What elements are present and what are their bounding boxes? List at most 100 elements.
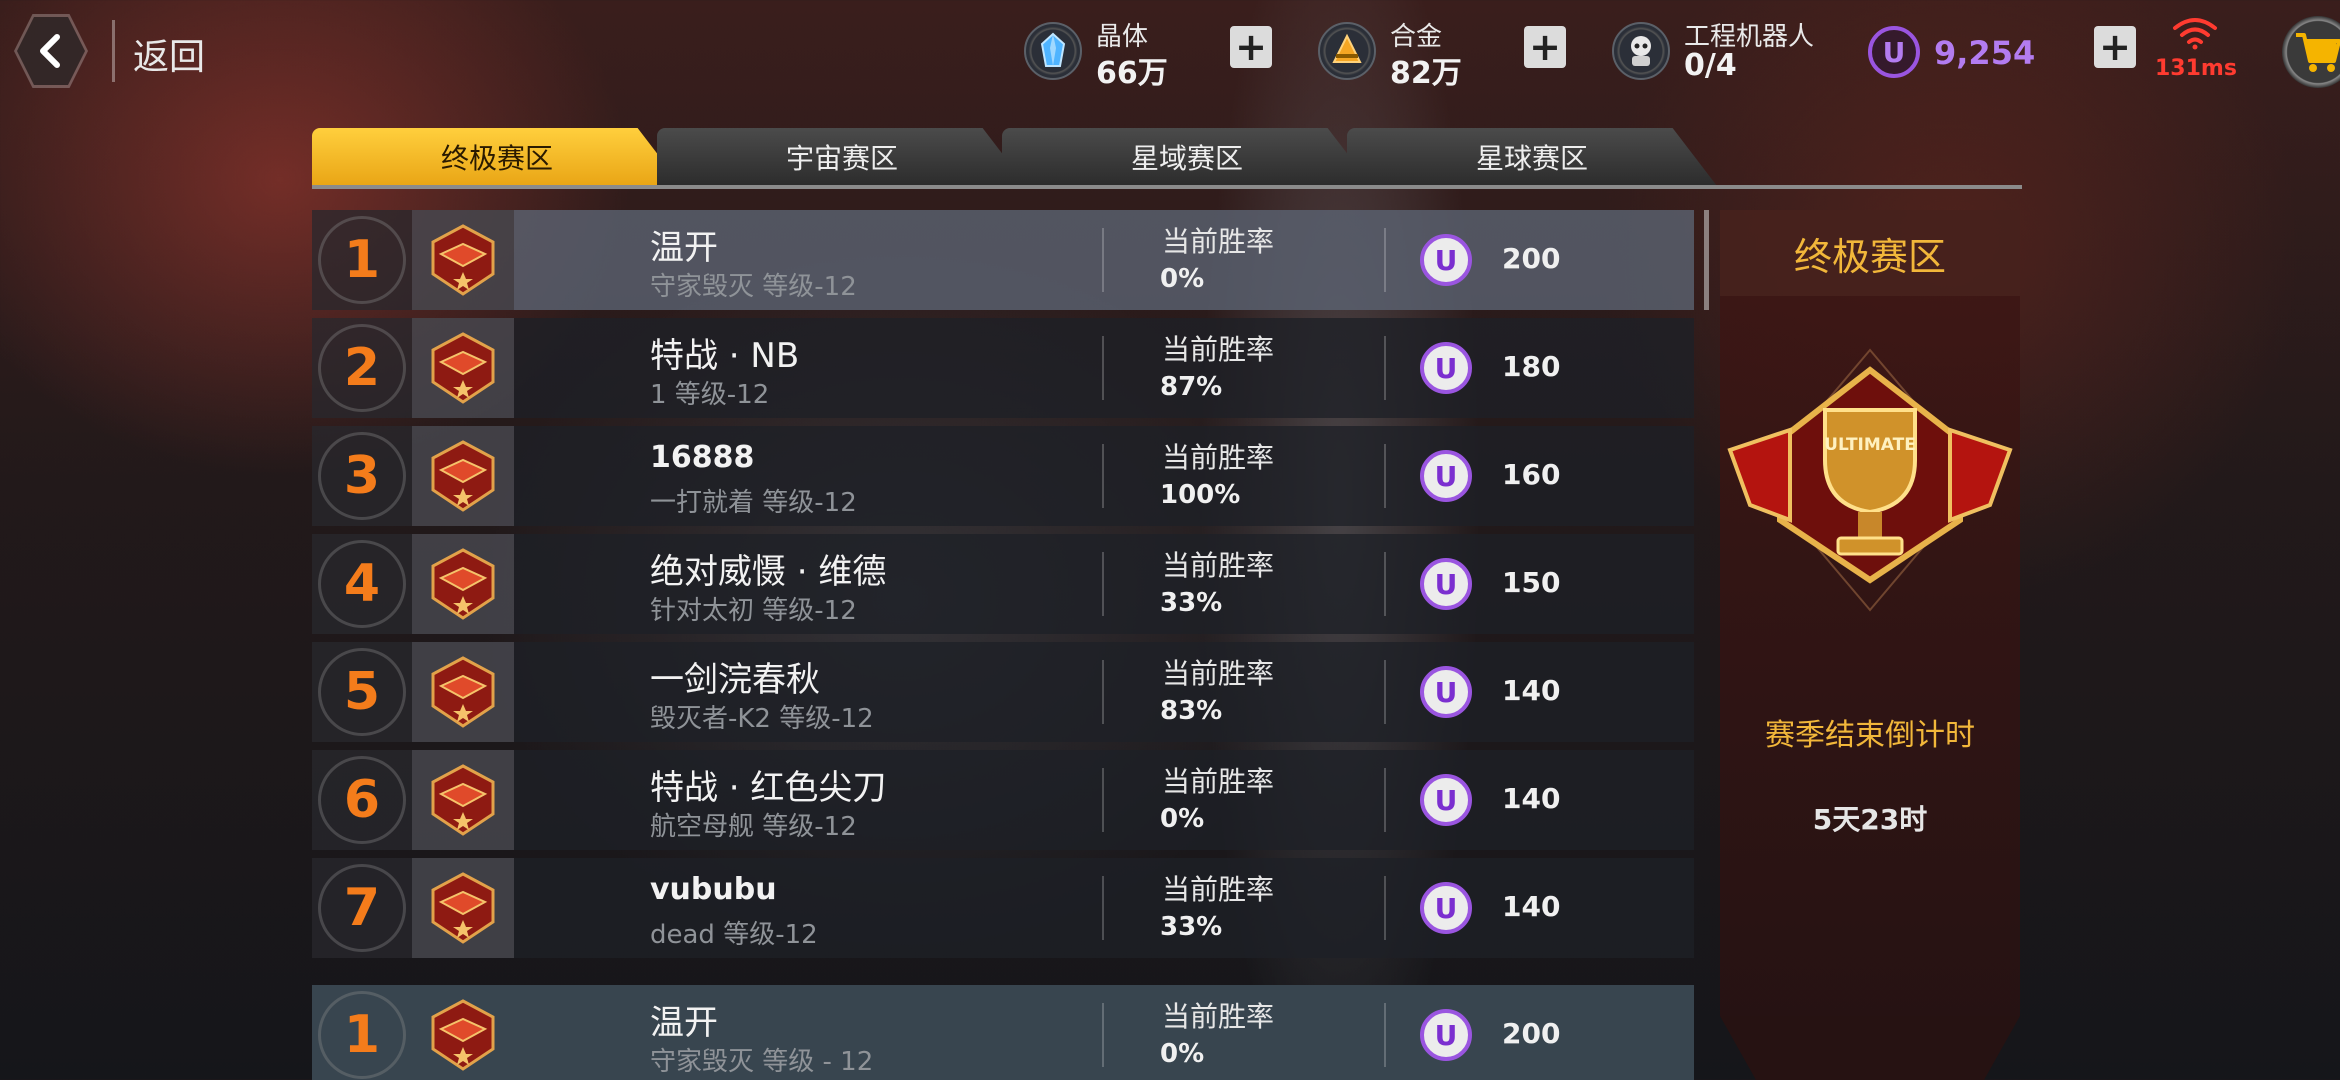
rank-cell: 4: [312, 534, 412, 634]
tab-universe-zone[interactable]: 宇宙赛区: [657, 128, 1027, 186]
add-crystal-button[interactable]: +: [1230, 26, 1272, 68]
player-sub: 航空母舰 等级-12: [650, 812, 857, 842]
ucoin-icon: U: [1868, 26, 1920, 78]
winrate-label: 当前胜率: [1162, 333, 1275, 366]
resource-value: 0/4: [1684, 48, 1737, 83]
season-countdown-value: 5天23时: [1812, 803, 1928, 836]
rank-cell: 1: [312, 210, 412, 310]
rank-cell: 7: [312, 858, 412, 958]
zone-tabs: 终极赛区 宇宙赛区 星域赛区 星球赛区: [312, 128, 2022, 190]
reward-value: 180: [1502, 350, 1561, 383]
winrate-value: 100%: [1160, 480, 1241, 510]
divider: [112, 20, 115, 82]
divider: [1384, 660, 1386, 724]
player-sub: 守家毁灭 等级-12: [650, 272, 857, 302]
winrate-label: 当前胜率: [1162, 873, 1275, 906]
rank-number: 4: [343, 554, 381, 614]
reward-value: 140: [1502, 782, 1561, 815]
back-button[interactable]: [14, 14, 88, 88]
player-sub: 毁灭者-K2 等级-12: [650, 704, 874, 734]
tab-planet-zone[interactable]: 星球赛区: [1347, 128, 1717, 186]
ucoin-icon: U: [1420, 666, 1472, 718]
reward-value: 140: [1502, 674, 1561, 707]
ranking-row[interactable]: 7 vububu dead 等级-12 当前胜率 33% U 140: [312, 858, 1694, 958]
ucoin-icon: U: [1420, 558, 1472, 610]
rank-number: 2: [343, 338, 381, 398]
ranking-row[interactable]: 2 特战 · NB 1 等级-12 当前胜率 87% U 180: [312, 318, 1694, 418]
resource-crystal: 晶体 66万: [1024, 14, 1204, 91]
season-countdown-label: 赛季结束倒计时: [1765, 718, 1975, 753]
divider: [1384, 1003, 1386, 1067]
player-sub: dead 等级-12: [650, 920, 818, 950]
rank-badge-icon: [412, 426, 514, 526]
divider: [1384, 768, 1386, 832]
shop-button[interactable]: [2282, 16, 2340, 88]
winrate-label: 当前胜率: [1162, 225, 1275, 258]
ultimate-trophy-icon: ULTIMATE: [1720, 330, 2020, 650]
resource-value: 66万: [1096, 56, 1168, 91]
divider: [1384, 444, 1386, 508]
divider: [1102, 228, 1104, 292]
ranking-row[interactable]: 4 绝对威慑 · 维德 针对太初 等级-12 当前胜率 33% U 150: [312, 534, 1694, 634]
player-sub: 一打就着 等级-12: [650, 488, 857, 518]
tab-underline: [312, 185, 2022, 189]
divider: [1102, 444, 1104, 508]
alloy-icon: [1318, 22, 1376, 80]
divider: [1102, 660, 1104, 724]
rank-badge-icon: [412, 210, 514, 310]
ranking-row[interactable]: 3 16888 一打就着 等级-12 当前胜率 100% U 160: [312, 426, 1694, 526]
list-scrollbar[interactable]: [1704, 210, 1709, 310]
panel-footer: [1720, 1016, 2020, 1080]
player-name: 16888: [650, 440, 755, 475]
divider: [1384, 228, 1386, 292]
back-label[interactable]: 返回: [133, 28, 205, 80]
ucoin-icon: U: [1420, 450, 1472, 502]
player-sub: 1 等级-12: [650, 380, 770, 410]
rank-number: 1: [343, 230, 381, 290]
rank-number: 7: [343, 878, 381, 938]
add-ucoin-button[interactable]: +: [2094, 26, 2136, 68]
rank-cell: 1: [312, 985, 412, 1080]
winrate-label: 当前胜率: [1162, 441, 1275, 474]
ping-value: 131ms: [2155, 56, 2237, 81]
rank-badge-icon: [412, 318, 514, 418]
rank-cell: 6: [312, 750, 412, 850]
rank-number: 3: [343, 446, 381, 506]
winrate-value: 0%: [1160, 1039, 1205, 1069]
network-status: 131ms: [2155, 16, 2237, 81]
divider: [1384, 552, 1386, 616]
ucoin-icon: U: [1420, 342, 1472, 394]
rank-badge-icon: [412, 858, 514, 958]
winrate-label: 当前胜率: [1162, 1000, 1275, 1033]
rank-number: 1: [343, 1005, 381, 1065]
add-alloy-button[interactable]: +: [1524, 26, 1566, 68]
ranking-row[interactable]: 5 一剑浣春秋 毁灭者-K2 等级-12 当前胜率 83% U 140: [312, 642, 1694, 742]
ucoin-balance: 9,254: [1934, 34, 2036, 72]
player-sub: 针对太初 等级-12: [650, 596, 857, 626]
winrate-value: 0%: [1160, 804, 1205, 834]
player-name: 特战 · 红色尖刀: [650, 768, 887, 808]
reward-value: 200: [1502, 242, 1561, 275]
player-sub: 守家毁灭 等级 - 12: [650, 1047, 874, 1077]
ucoin-icon: U: [1420, 774, 1472, 826]
panel-title: 终极赛区: [1720, 210, 2020, 296]
winrate-value: 33%: [1160, 912, 1223, 942]
ucoin-icon: U: [1420, 1009, 1472, 1061]
tab-starfield-zone[interactable]: 星域赛区: [1002, 128, 1372, 186]
ranking-row[interactable]: 1 温开 守家毁灭 等级-12 当前胜率 0% U 200: [312, 210, 1694, 310]
ucoin-icon: U: [1420, 234, 1472, 286]
divider: [1384, 876, 1386, 940]
winrate-value: 0%: [1160, 264, 1205, 294]
winrate-label: 当前胜率: [1162, 657, 1275, 690]
divider: [1102, 768, 1104, 832]
divider: [1102, 1003, 1104, 1067]
divider: [1102, 876, 1104, 940]
rank-badge-icon: [412, 750, 514, 850]
tab-ultimate-zone[interactable]: 终极赛区: [312, 128, 682, 186]
winrate-label: 当前胜率: [1162, 549, 1275, 582]
ranking-row[interactable]: 6 特战 · 红色尖刀 航空母舰 等级-12 当前胜率 0% U 140: [312, 750, 1694, 850]
player-name: vububu: [650, 872, 777, 907]
divider: [1384, 336, 1386, 400]
resource-value: 82万: [1390, 56, 1462, 91]
my-ranking-row[interactable]: 1 温开 守家毁灭 等级 - 12 当前胜率 0% U 200: [312, 985, 1694, 1080]
